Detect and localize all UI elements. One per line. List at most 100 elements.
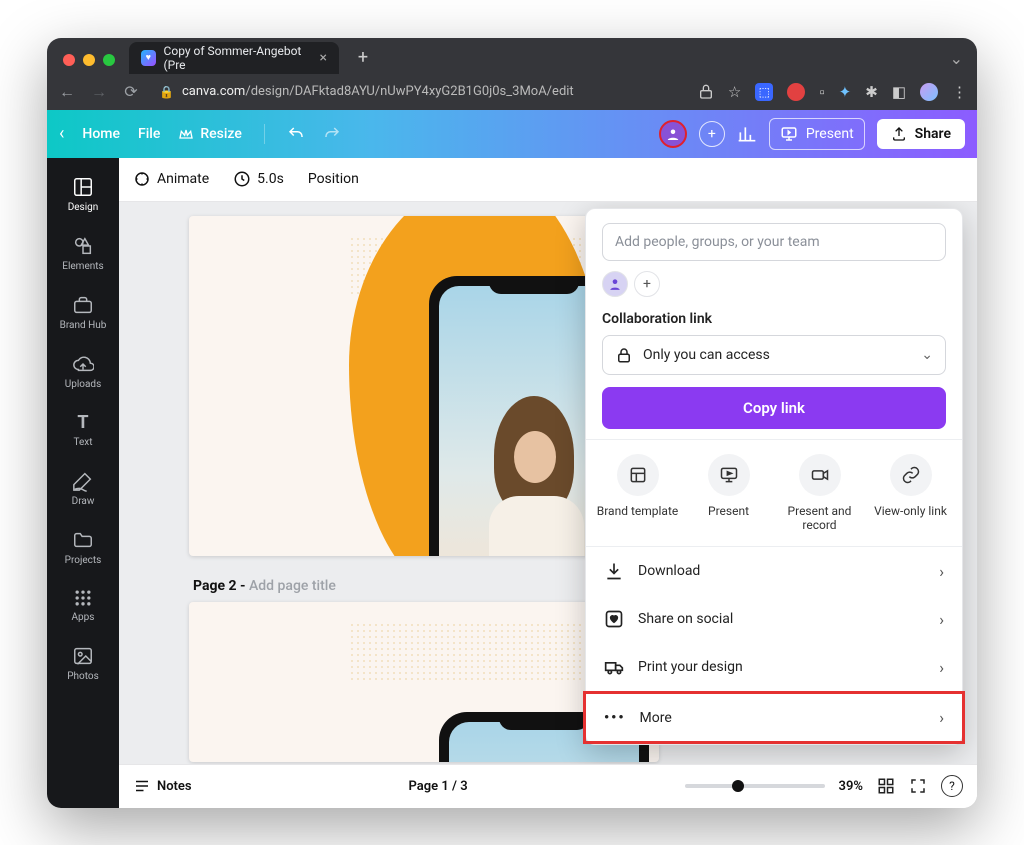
tab-title: Copy of Sommer-Angebot (Pre (164, 44, 312, 72)
action-label: Present and record (774, 504, 865, 533)
add-collaborator-button[interactable]: + (699, 121, 725, 147)
sidebar-item-draw[interactable]: Draw (47, 462, 119, 515)
chevron-right-icon: › (939, 610, 944, 629)
sidebar-label: Projects (65, 555, 102, 566)
share-panel: + Collaboration link Only you can access… (585, 208, 963, 746)
bookmark-star-icon[interactable]: ☆ (728, 83, 741, 101)
sidebar-item-apps[interactable]: Apps (47, 580, 119, 631)
sidebar-item-brand-hub[interactable]: Brand Hub (47, 286, 119, 339)
reload-icon[interactable]: ⟳ (121, 82, 141, 101)
cloud-upload-icon (72, 353, 94, 375)
sidebar-label: Elements (62, 261, 103, 272)
notes-label: Notes (157, 779, 192, 794)
home-link[interactable]: Home (82, 126, 120, 142)
pencil-icon (72, 470, 94, 492)
action-label: Present (708, 504, 749, 518)
sidebar-label: Draw (72, 496, 95, 507)
redo-icon (323, 125, 341, 143)
link-icon (890, 454, 932, 496)
file-menu[interactable]: File (138, 126, 160, 142)
sidebar-item-uploads[interactable]: Uploads (47, 345, 119, 398)
profile-avatar-icon[interactable] (920, 83, 938, 101)
url-field[interactable]: 🔒 canva.com/design/DAFktad8AYU/nUwPY4xyG… (153, 80, 580, 103)
canva-favicon (141, 50, 156, 66)
extensions-puzzle-icon[interactable]: ✱ (865, 83, 878, 101)
add-people-input[interactable] (602, 223, 946, 261)
share-social-row[interactable]: Share on social › (586, 595, 962, 643)
close-window-button[interactable] (63, 54, 75, 66)
lock-icon: 🔒 (159, 85, 174, 99)
tabs-dropdown-icon[interactable]: ⌄ (950, 49, 963, 68)
user-avatar[interactable] (659, 120, 687, 148)
zoom-slider[interactable] (685, 784, 825, 788)
access-dropdown[interactable]: Only you can access ⌄ (602, 335, 946, 375)
row-label: More (640, 710, 672, 726)
present-action[interactable]: Present (683, 454, 774, 533)
canvas-area[interactable]: SUM Page 2 - Add page title (119, 202, 977, 764)
sidebar-label: Design (68, 202, 99, 213)
resize-menu[interactable]: Resize (178, 126, 242, 142)
duration-button[interactable]: 5.0s (233, 170, 284, 188)
redo-button[interactable] (323, 125, 341, 143)
present-record-action[interactable]: Present and record (774, 454, 865, 533)
upload-icon (891, 126, 907, 142)
sidebar-item-elements[interactable]: Elements (47, 227, 119, 280)
crown-icon (178, 126, 194, 142)
canva-header: ‹ Home File Resize + Present (47, 110, 977, 158)
copy-link-button[interactable]: Copy link (602, 387, 946, 429)
browser-tab[interactable]: Copy of Sommer-Angebot (Pre × (129, 42, 339, 74)
record-icon (799, 454, 841, 496)
present-button[interactable]: Present (769, 118, 865, 150)
share-action-grid: Brand template Present Pre (586, 439, 962, 548)
sidebar-label: Photos (67, 671, 99, 682)
address-bar: ← → ⟳ 🔒 canva.com/design/DAFktad8AYU/nUw… (47, 74, 977, 110)
lock-icon (615, 346, 633, 364)
animate-button[interactable]: Animate (133, 170, 209, 188)
notes-button[interactable]: Notes (133, 777, 192, 795)
maximize-window-button[interactable] (103, 54, 115, 66)
access-text: Only you can access (643, 347, 770, 363)
row-label: Print your design (638, 659, 743, 675)
chart-icon (737, 124, 757, 144)
url-domain: canva.com (182, 84, 245, 99)
new-tab-button[interactable]: + (349, 44, 377, 72)
sidebar-item-design[interactable]: Design (47, 168, 119, 221)
sidebar-item-projects[interactable]: Projects (47, 521, 119, 574)
help-icon[interactable]: ? (941, 775, 963, 797)
slider-thumb[interactable] (732, 780, 744, 792)
more-row[interactable]: ••• More › (583, 691, 965, 744)
extension-icon-1[interactable]: ⬚ (755, 83, 773, 101)
brand-template-action[interactable]: Brand template (592, 454, 683, 533)
forward-icon[interactable]: → (89, 82, 109, 102)
share-button[interactable]: Share (877, 119, 965, 149)
resize-label: Resize (200, 126, 242, 142)
print-design-row[interactable]: Print your design › (586, 643, 962, 691)
page-indicator[interactable]: Page 1 / 3 (409, 779, 468, 794)
insights-button[interactable] (737, 124, 757, 144)
fullscreen-icon[interactable] (909, 777, 927, 795)
back-icon[interactable]: ← (57, 82, 77, 102)
minimize-window-button[interactable] (83, 54, 95, 66)
sidebar-item-text[interactable]: T Text (47, 404, 119, 456)
grid-view-icon[interactable] (877, 777, 895, 795)
view-only-link-action[interactable]: View-only link (865, 454, 956, 533)
phone-notch (499, 712, 589, 730)
owner-avatar-chip[interactable] (602, 271, 628, 297)
undo-button[interactable] (287, 125, 305, 143)
browser-menu-icon[interactable]: ⋮ (952, 83, 967, 101)
share-page-icon[interactable] (698, 84, 714, 100)
download-row[interactable]: Download › (586, 547, 962, 595)
position-button[interactable]: Position (308, 171, 359, 187)
work-area: Animate 5.0s Position SUM (119, 158, 977, 808)
add-person-chip[interactable]: + (634, 271, 660, 297)
truck-icon (604, 657, 624, 677)
side-panel-icon[interactable]: ◧ (892, 83, 906, 101)
extension-icon-2[interactable] (787, 83, 805, 101)
close-tab-icon[interactable]: × (320, 50, 327, 66)
zoom-value[interactable]: 39% (839, 779, 863, 794)
page-2-title-placeholder[interactable]: Add page title (249, 578, 336, 594)
sidebar-item-photos[interactable]: Photos (47, 637, 119, 690)
extension-icon-3[interactable]: ▫ (819, 83, 824, 101)
back-chevron-icon[interactable]: ‹ (59, 123, 64, 144)
extension-icon-4[interactable]: ✦ (839, 83, 852, 101)
